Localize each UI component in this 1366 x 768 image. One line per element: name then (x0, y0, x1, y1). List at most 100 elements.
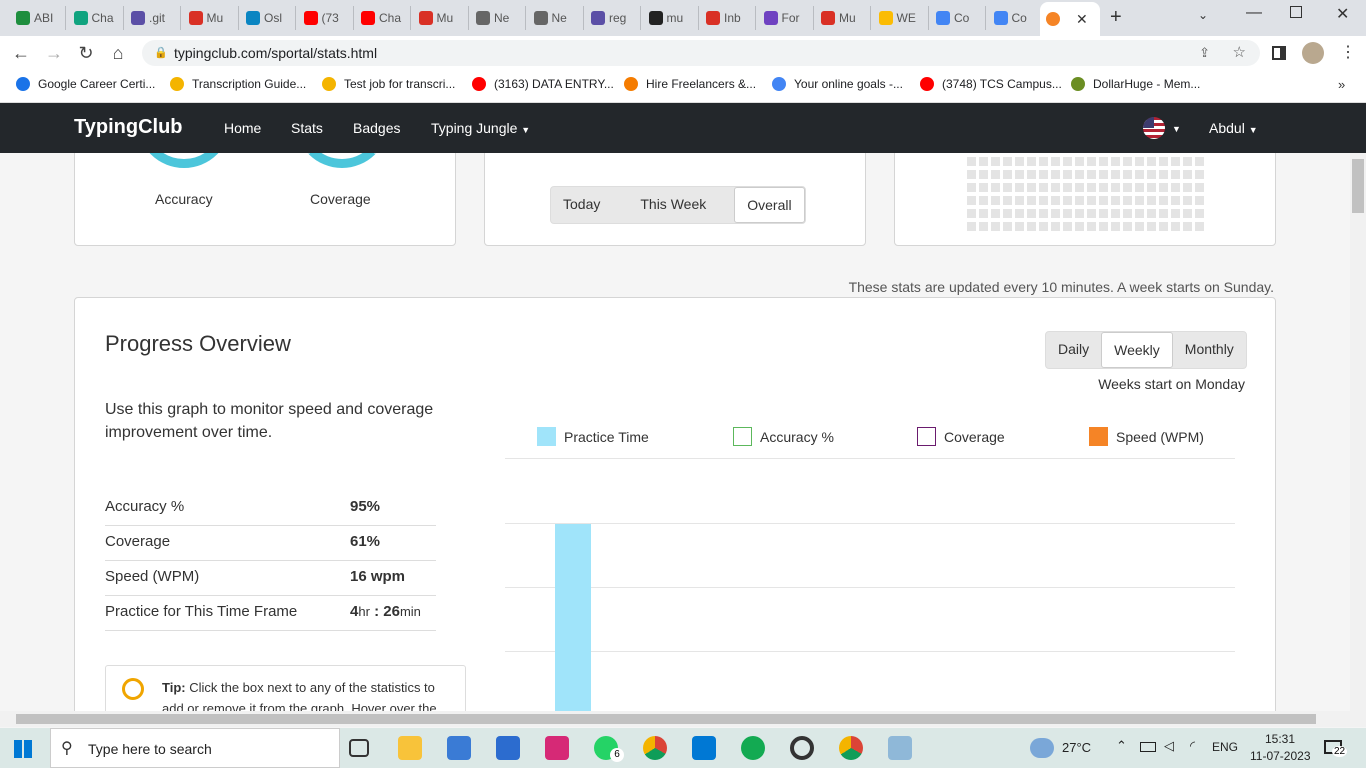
tab-2[interactable]: .git (125, 6, 181, 30)
tab-16[interactable]: Co (930, 6, 986, 30)
volume-icon[interactable]: ◁ (1164, 738, 1174, 754)
whatsapp-icon[interactable]: 6 (594, 736, 624, 762)
stat-accuracy[interactable]: Accuracy % 95% (105, 491, 436, 526)
settings-gear-icon[interactable] (790, 736, 814, 760)
legend-swatch-accuracy[interactable] (733, 427, 752, 446)
period-this-week[interactable]: This Week (612, 187, 734, 223)
tab-4[interactable]: Osl (240, 6, 296, 30)
tab-0[interactable]: ABI (10, 6, 66, 30)
active-tab[interactable]: ✕ (1040, 2, 1100, 36)
nav-typing-jungle[interactable]: Typing Jungle ▼ (431, 120, 530, 136)
restore-button[interactable] (1290, 6, 1302, 18)
tab-9[interactable]: Ne (528, 6, 584, 30)
legend-speed[interactable]: Speed (WPM) (1089, 427, 1204, 446)
mail-icon[interactable] (496, 736, 520, 760)
bookmark-3[interactable]: (3163) DATA ENTRY... (472, 77, 614, 91)
horizontal-scrollbar[interactable] (0, 711, 1366, 727)
tab-7[interactable]: Mu (413, 6, 469, 30)
nav-stats[interactable]: Stats (291, 120, 323, 136)
legend-swatch-speed[interactable] (1089, 427, 1108, 446)
vscode-icon[interactable] (692, 736, 716, 760)
nav-badges[interactable]: Badges (353, 120, 400, 136)
bookmark-5[interactable]: Your online goals -... (772, 77, 903, 91)
new-tab-button[interactable]: + (1110, 6, 1122, 29)
tab-search-icon[interactable]: ⌄ (1198, 8, 1208, 22)
tray-chevron-icon[interactable]: ⌃ (1116, 738, 1127, 754)
user-menu[interactable]: Abdul ▼ (1209, 120, 1258, 136)
ms-store-icon[interactable] (447, 736, 471, 760)
legend-coverage[interactable]: Coverage (917, 427, 1005, 446)
interval-weekly[interactable]: Weekly (1101, 332, 1173, 368)
instagram-icon[interactable] (545, 736, 569, 760)
vertical-scrollbar[interactable] (1350, 153, 1366, 711)
tab-13[interactable]: For (758, 6, 814, 30)
legend-practice-time[interactable]: Practice Time (537, 427, 649, 446)
summary-card-calendar (894, 153, 1276, 246)
legend-swatch-coverage[interactable] (917, 427, 936, 446)
tab-17[interactable]: Co (988, 6, 1044, 30)
chrome-profile-icon[interactable] (839, 736, 863, 760)
bookmark-6[interactable]: (3748) TCS Campus... (920, 77, 1062, 91)
taskbar-search[interactable]: ⚲ Type here to search (50, 728, 340, 768)
menu-icon[interactable]: ⋮ (1340, 42, 1356, 62)
start-windows-icon[interactable] (14, 740, 32, 758)
address-bar[interactable]: 🔒 typingclub.com/sportal/stats.html ⇪ ☆ (142, 40, 1260, 66)
task-view-icon[interactable] (349, 739, 369, 757)
close-window-button[interactable]: ✕ (1336, 4, 1349, 24)
notification-icon[interactable]: 22 (1324, 740, 1348, 757)
stat-coverage[interactable]: Coverage 61% (105, 526, 436, 561)
tab-11[interactable]: mu (643, 6, 699, 30)
reload-icon[interactable]: ↻ (75, 42, 97, 64)
share-icon[interactable]: ⇪ (1199, 40, 1210, 66)
legend-accuracy[interactable]: Accuracy % (733, 427, 834, 446)
language-indicator[interactable]: ENG (1212, 740, 1238, 754)
interval-daily[interactable]: Daily (1046, 332, 1101, 368)
tab-close-icon[interactable]: ✕ (1076, 11, 1088, 28)
bookmark-1[interactable]: Transcription Guide... (170, 77, 306, 91)
nav-home[interactable]: Home (224, 120, 261, 136)
practice-time-bar[interactable] (555, 524, 591, 711)
home-icon[interactable]: ⌂ (107, 42, 129, 64)
tab-10[interactable]: reg (585, 6, 641, 30)
profile-avatar[interactable] (1302, 42, 1324, 64)
stat-practice-time[interactable]: Practice for This Time Frame 4hr : 26min (105, 596, 436, 631)
bookmark-2[interactable]: Test job for transcri... (322, 77, 455, 91)
battery-icon[interactable] (1140, 742, 1156, 752)
clock-time[interactable]: 15:31 (1265, 732, 1295, 746)
bookmark-star-icon[interactable]: ☆ (1233, 40, 1246, 66)
tab-8[interactable]: Ne (470, 6, 526, 30)
interval-monthly[interactable]: Monthly (1173, 332, 1246, 368)
wifi-icon[interactable]: ◜ (1190, 738, 1195, 754)
temperature[interactable]: 27°C (1062, 740, 1091, 755)
mongodb-icon[interactable] (741, 736, 765, 760)
tab-14[interactable]: Mu (815, 6, 871, 30)
tab-1[interactable]: Cha (68, 6, 124, 30)
bookmark-4[interactable]: Hire Freelancers &... (624, 77, 756, 91)
bookmark-7[interactable]: DollarHuge - Mem... (1071, 77, 1200, 91)
period-today[interactable]: Today (551, 187, 612, 223)
side-panel-icon[interactable] (1272, 46, 1286, 60)
bookmark-0[interactable]: Google Career Certi... (16, 77, 155, 91)
scroll-thumb[interactable] (1352, 159, 1364, 213)
minimize-button[interactable]: — (1246, 4, 1262, 22)
period-overall[interactable]: Overall (734, 187, 805, 223)
file-explorer-icon[interactable] (398, 736, 422, 760)
tab-5[interactable]: (73 (298, 6, 354, 30)
back-icon[interactable]: ← (10, 42, 32, 64)
legend-swatch-practice[interactable] (537, 427, 556, 446)
tab-12[interactable]: Inb (700, 6, 756, 30)
stat-speed[interactable]: Speed (WPM) 16 wpm (105, 561, 436, 596)
clock-date[interactable]: 11-07-2023 (1250, 749, 1311, 763)
forward-icon[interactable]: → (43, 42, 65, 64)
tab-3[interactable]: Mu (183, 6, 239, 30)
scroll-thumb[interactable] (16, 714, 1316, 724)
chrome-icon[interactable] (643, 736, 667, 760)
weather-icon[interactable] (1030, 738, 1054, 758)
more-bookmarks-icon[interactable]: » (1338, 77, 1345, 92)
notepad-icon[interactable] (888, 736, 912, 760)
brand-logo[interactable]: TypingClub (74, 116, 183, 139)
language-caret-icon[interactable]: ▼ (1172, 124, 1181, 134)
tab-6[interactable]: Cha (355, 6, 411, 30)
us-flag-icon[interactable] (1143, 117, 1165, 139)
tab-15[interactable]: WE (873, 6, 929, 30)
